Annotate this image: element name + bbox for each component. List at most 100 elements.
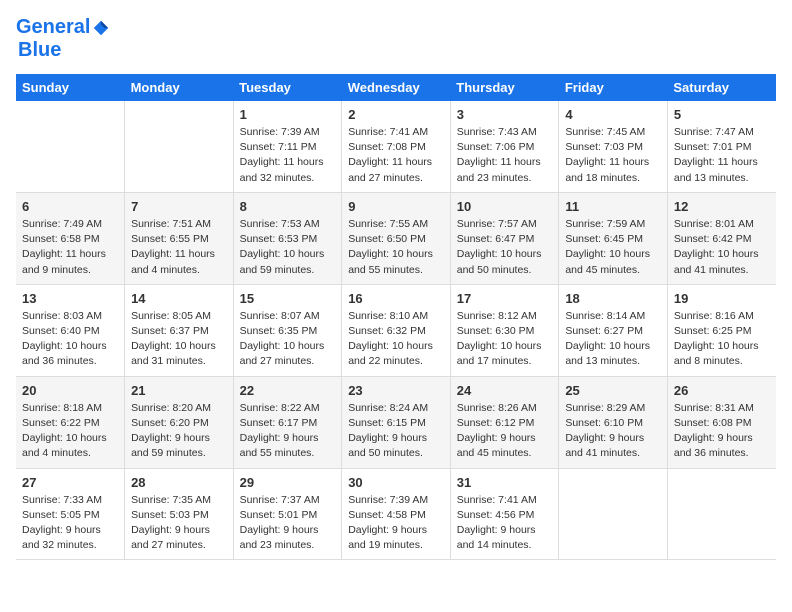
cell-details: Sunrise: 7:37 AMSunset: 5:01 PMDaylight:… (240, 494, 320, 552)
day-number: 5 (674, 107, 770, 122)
calendar-cell: 9Sunrise: 7:55 AMSunset: 6:50 PMDaylight… (342, 192, 451, 284)
day-number: 3 (457, 107, 553, 122)
calendar-cell: 2Sunrise: 7:41 AMSunset: 7:08 PMDaylight… (342, 101, 451, 192)
cell-details: Sunrise: 8:12 AMSunset: 6:30 PMDaylight:… (457, 310, 542, 368)
logo-text: General (16, 16, 110, 39)
cell-details: Sunrise: 7:53 AMSunset: 6:53 PMDaylight:… (240, 218, 325, 276)
cell-details: Sunrise: 8:03 AMSunset: 6:40 PMDaylight:… (22, 310, 107, 368)
day-number: 1 (240, 107, 336, 122)
calendar-cell: 23 Sunrise: 8:24 AMSunset: 6:15 PMDayligh… (342, 376, 451, 468)
calendar-cell: 15Sunrise: 8:07 AMSunset: 6:35 PMDayligh… (233, 284, 342, 376)
cell-details: Sunrise: 7:49 AMSunset: 6:58 PMDaylight:… (22, 218, 106, 276)
calendar-cell: 6 Sunrise: 7:49 AMSunset: 6:58 PMDaylight… (16, 192, 125, 284)
weekday-header-monday: Monday (125, 74, 234, 101)
weekday-header-friday: Friday (559, 74, 668, 101)
calendar-week-row: 20 Sunrise: 8:18 AMSunset: 6:22 PMDayligh… (16, 376, 776, 468)
cell-details: Sunrise: 7:57 AMSunset: 6:47 PMDaylight:… (457, 218, 542, 276)
calendar-cell: 1 Sunrise: 7:39 AMSunset: 7:11 PMDaylight… (233, 101, 342, 192)
weekday-header-wednesday: Wednesday (342, 74, 451, 101)
weekday-header-thursday: Thursday (450, 74, 559, 101)
calendar-cell: 8 Sunrise: 7:53 AMSunset: 6:53 PMDaylight… (233, 192, 342, 284)
calendar-cell (16, 101, 125, 192)
page-header: General Blue (16, 16, 776, 62)
cell-details: Sunrise: 7:35 AMSunset: 5:03 PMDaylight:… (131, 494, 211, 552)
day-number: 26 (674, 383, 770, 398)
day-number: 19 (674, 291, 770, 306)
cell-details: Sunrise: 7:41 AMSunset: 4:56 PMDaylight:… (457, 494, 537, 552)
day-number: 6 (22, 199, 118, 214)
day-number: 25 (565, 383, 661, 398)
cell-details: Sunrise: 8:20 AMSunset: 6:20 PMDaylight:… (131, 402, 211, 460)
calendar-cell: 7 Sunrise: 7:51 AMSunset: 6:55 PMDaylight… (125, 192, 234, 284)
calendar-cell: 3 Sunrise: 7:43 AMSunset: 7:06 PMDaylight… (450, 101, 559, 192)
day-number: 8 (240, 199, 336, 214)
cell-details: Sunrise: 8:24 AMSunset: 6:15 PMDaylight:… (348, 402, 428, 460)
cell-details: Sunrise: 8:18 AMSunset: 6:22 PMDaylight:… (22, 402, 107, 460)
calendar-cell: 27 Sunrise: 7:33 AMSunset: 5:05 PMDayligh… (16, 468, 125, 560)
day-number: 9 (348, 199, 444, 214)
calendar-cell: 4 Sunrise: 7:45 AMSunset: 7:03 PMDaylight… (559, 101, 668, 192)
day-number: 20 (22, 383, 118, 398)
cell-details: Sunrise: 7:45 AMSunset: 7:03 PMDaylight:… (565, 126, 649, 184)
logo-text-general: General (16, 16, 90, 38)
calendar-cell: 21 Sunrise: 8:20 AMSunset: 6:20 PMDayligh… (125, 376, 234, 468)
calendar-table: SundayMondayTuesdayWednesdayThursdayFrid… (16, 74, 776, 560)
calendar-cell: 18 Sunrise: 8:14 AMSunset: 6:27 PMDayligh… (559, 284, 668, 376)
calendar-cell: 28 Sunrise: 7:35 AMSunset: 5:03 PMDayligh… (125, 468, 234, 560)
weekday-header-row: SundayMondayTuesdayWednesdayThursdayFrid… (16, 74, 776, 101)
cell-details: Sunrise: 8:01 AMSunset: 6:42 PMDaylight:… (674, 218, 759, 276)
calendar-cell: 14 Sunrise: 8:05 AMSunset: 6:37 PMDayligh… (125, 284, 234, 376)
day-number: 7 (131, 199, 227, 214)
weekday-header-sunday: Sunday (16, 74, 125, 101)
calendar-cell: 29 Sunrise: 7:37 AMSunset: 5:01 PMDayligh… (233, 468, 342, 560)
calendar-cell: 19 Sunrise: 8:16 AMSunset: 6:25 PMDayligh… (667, 284, 776, 376)
day-number: 22 (240, 383, 336, 398)
day-number: 16 (348, 291, 444, 306)
day-number: 30 (348, 475, 444, 490)
calendar-cell: 24 Sunrise: 8:26 AMSunset: 6:12 PMDayligh… (450, 376, 559, 468)
calendar-cell (125, 101, 234, 192)
cell-details: Sunrise: 8:05 AMSunset: 6:37 PMDaylight:… (131, 310, 216, 368)
day-number: 13 (22, 291, 118, 306)
cell-details: Sunrise: 7:33 AMSunset: 5:05 PMDaylight:… (22, 494, 102, 552)
day-number: 14 (131, 291, 227, 306)
calendar-week-row: 6 Sunrise: 7:49 AMSunset: 6:58 PMDaylight… (16, 192, 776, 284)
cell-details: Sunrise: 8:14 AMSunset: 6:27 PMDaylight:… (565, 310, 650, 368)
calendar-cell: 12Sunrise: 8:01 AMSunset: 6:42 PMDayligh… (667, 192, 776, 284)
cell-details: Sunrise: 8:07 AMSunset: 6:35 PMDaylight:… (240, 310, 325, 368)
day-number: 11 (565, 199, 661, 214)
day-number: 23 (348, 383, 444, 398)
cell-details: Sunrise: 7:41 AMSunset: 7:08 PMDaylight:… (348, 126, 432, 184)
calendar-cell: 30Sunrise: 7:39 AMSunset: 4:58 PMDayligh… (342, 468, 451, 560)
cell-details: Sunrise: 8:10 AMSunset: 6:32 PMDaylight:… (348, 310, 433, 368)
cell-details: Sunrise: 8:26 AMSunset: 6:12 PMDaylight:… (457, 402, 537, 460)
logo-text-blue: Blue (18, 39, 110, 62)
day-number: 10 (457, 199, 553, 214)
cell-details: Sunrise: 7:39 AMSunset: 7:11 PMDaylight:… (240, 126, 324, 184)
day-number: 24 (457, 383, 553, 398)
day-number: 29 (240, 475, 336, 490)
calendar-cell: 17 Sunrise: 8:12 AMSunset: 6:30 PMDayligh… (450, 284, 559, 376)
day-number: 28 (131, 475, 227, 490)
cell-details: Sunrise: 7:47 AMSunset: 7:01 PMDaylight:… (674, 126, 758, 184)
calendar-cell (667, 468, 776, 560)
calendar-week-row: 27 Sunrise: 7:33 AMSunset: 5:05 PMDayligh… (16, 468, 776, 560)
day-number: 27 (22, 475, 118, 490)
calendar-cell: 5 Sunrise: 7:47 AMSunset: 7:01 PMDaylight… (667, 101, 776, 192)
day-number: 18 (565, 291, 661, 306)
logo: General Blue (16, 16, 110, 62)
day-number: 21 (131, 383, 227, 398)
calendar-cell: 26 Sunrise: 8:31 AMSunset: 6:08 PMDayligh… (667, 376, 776, 468)
cell-details: Sunrise: 8:31 AMSunset: 6:08 PMDaylight:… (674, 402, 754, 460)
cell-details: Sunrise: 7:51 AMSunset: 6:55 PMDaylight:… (131, 218, 215, 276)
calendar-cell: 25Sunrise: 8:29 AMSunset: 6:10 PMDayligh… (559, 376, 668, 468)
weekday-header-saturday: Saturday (667, 74, 776, 101)
calendar-cell: 16 Sunrise: 8:10 AMSunset: 6:32 PMDayligh… (342, 284, 451, 376)
cell-details: Sunrise: 7:59 AMSunset: 6:45 PMDaylight:… (565, 218, 650, 276)
day-number: 4 (565, 107, 661, 122)
cell-details: Sunrise: 7:43 AMSunset: 7:06 PMDaylight:… (457, 126, 541, 184)
day-number: 17 (457, 291, 553, 306)
calendar-cell: 31 Sunrise: 7:41 AMSunset: 4:56 PMDayligh… (450, 468, 559, 560)
day-number: 31 (457, 475, 553, 490)
cell-details: Sunrise: 8:16 AMSunset: 6:25 PMDaylight:… (674, 310, 759, 368)
